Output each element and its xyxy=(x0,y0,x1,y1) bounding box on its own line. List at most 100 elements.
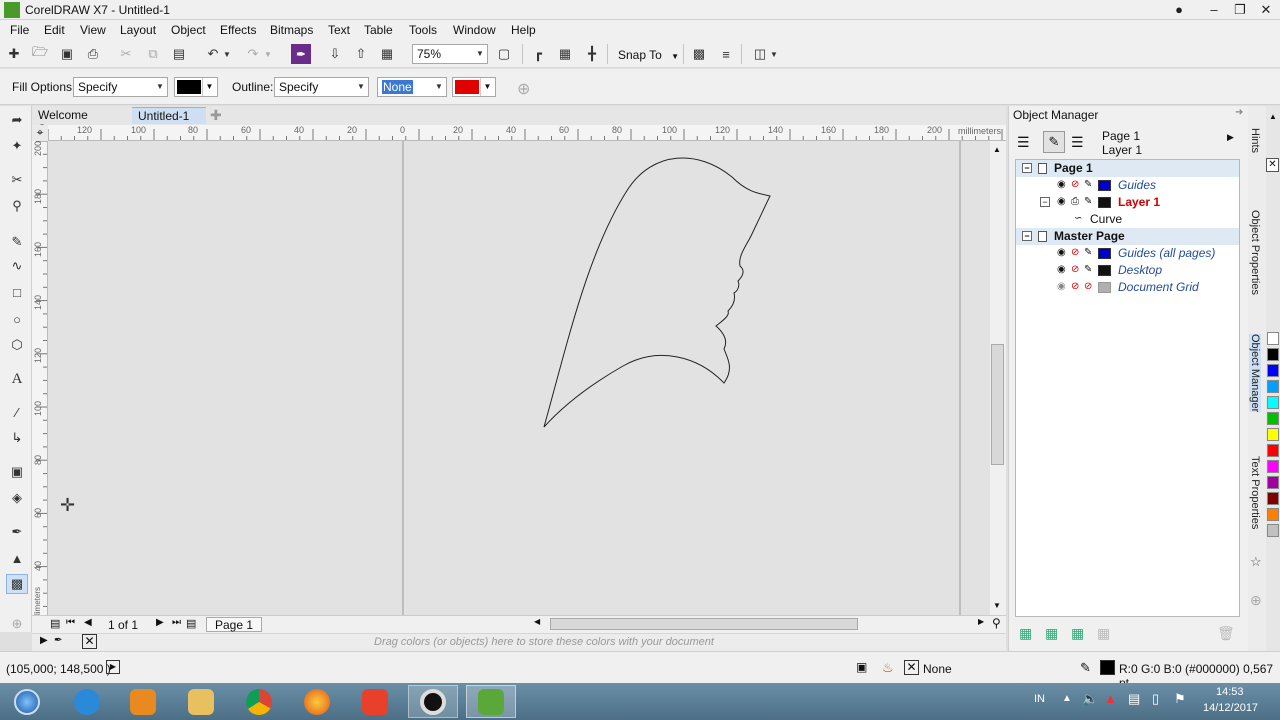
menu-edit[interactable]: Edit xyxy=(44,23,65,37)
redo-dropdown-icon[interactable]: ▼ xyxy=(262,44,274,64)
launcher-dropdown-icon[interactable]: ▼ xyxy=(768,44,780,64)
menu-tools[interactable]: Tools xyxy=(409,23,437,37)
edit-pencil-icon[interactable]: ✎ xyxy=(1084,180,1094,190)
palette-scroll-up-icon[interactable]: ▲ xyxy=(1269,112,1277,121)
tree-row-document-grid[interactable]: ◉ ⊘ ⊘ Document Grid xyxy=(1016,279,1239,296)
battery-icon[interactable]: ▯ xyxy=(1152,691,1159,707)
layer-color-swatch[interactable] xyxy=(1098,197,1111,208)
horizontal-ruler[interactable]: 120 100 80 60 40 20 0 20 40 60 80 100 12… xyxy=(48,125,1006,141)
delete-icon[interactable]: 🗑 xyxy=(1217,625,1235,642)
eye-icon[interactable]: ◉ xyxy=(1057,197,1067,207)
start-button[interactable] xyxy=(0,685,54,718)
edit-pencil-icon[interactable]: ✎ xyxy=(1084,248,1094,258)
tab-object-manager[interactable]: Object Manager xyxy=(1249,334,1261,413)
palette-color-swatch[interactable] xyxy=(1267,524,1279,537)
zoom-tool-icon[interactable]: ⚲ xyxy=(6,196,28,216)
edit-across-layers-icon[interactable]: ✎ xyxy=(1043,131,1065,153)
palette-color-swatch[interactable] xyxy=(1267,492,1279,505)
palette-color-swatch[interactable] xyxy=(1267,460,1279,473)
print-toggle-icon[interactable]: ⊘ xyxy=(1071,282,1081,292)
user-icon[interactable]: ● xyxy=(1168,1,1190,18)
network-icon[interactable]: ▤ xyxy=(1128,691,1140,707)
lock-icon[interactable]: ⊘ xyxy=(1084,282,1094,292)
scroll-thumb[interactable] xyxy=(991,344,1004,465)
rectangle-tool-icon[interactable]: □ xyxy=(6,282,28,302)
collapse-icon[interactable]: − xyxy=(1022,231,1032,241)
palette-color-swatch[interactable] xyxy=(1267,412,1279,425)
add-tool-icon[interactable]: ⊕ xyxy=(6,614,28,634)
minimize-button[interactable]: – xyxy=(1203,1,1225,18)
show-rulers-icon[interactable]: ┏ xyxy=(528,44,548,64)
layer-options-icon[interactable]: ☰ xyxy=(1071,134,1084,151)
clock-date[interactable]: 14/12/2017 xyxy=(1203,702,1258,714)
connector-tool-icon[interactable]: ↳ xyxy=(6,428,28,448)
tree-row-guides-all-pages[interactable]: ◉ ⊘ ✎ Guides (all pages) xyxy=(1016,245,1239,262)
parallel-dimension-icon[interactable]: ∕ xyxy=(6,402,28,422)
palette-color-swatch[interactable] xyxy=(1267,428,1279,441)
new-layer-icon[interactable]: ▦ xyxy=(1019,625,1032,642)
menu-object[interactable]: Object xyxy=(171,23,206,37)
tree-row-layer-1[interactable]: − ◉ ⎙ ✎ Layer 1 xyxy=(1016,194,1239,211)
interactive-fill-icon[interactable]: ▲ xyxy=(6,548,28,568)
previous-page-icon[interactable]: ◀ xyxy=(84,617,92,628)
eye-icon[interactable]: ◉ xyxy=(1057,265,1067,275)
application-launcher-icon[interactable]: ◫ xyxy=(750,44,770,64)
zoom-level-combo[interactable]: 75% ▼ xyxy=(412,44,488,64)
next-page-icon[interactable]: ▶ xyxy=(156,617,164,628)
new-document-icon[interactable]: ✚ xyxy=(4,44,24,64)
clock-time[interactable]: 14:53 xyxy=(1216,686,1244,698)
taskbar-internet-explorer[interactable] xyxy=(62,685,112,718)
taskbar-recorder[interactable] xyxy=(408,685,458,718)
tab-hints[interactable]: Hints xyxy=(1249,128,1261,153)
palette-color-swatch[interactable] xyxy=(1267,380,1279,393)
scroll-up-icon[interactable]: ▲ xyxy=(993,145,1001,154)
eye-icon[interactable]: ◉ xyxy=(1057,180,1067,190)
copy-icon[interactable]: ⧉ xyxy=(143,44,163,64)
scroll-down-icon[interactable]: ▼ xyxy=(993,601,1001,610)
show-guidelines-icon[interactable]: ╋ xyxy=(582,44,602,64)
color-proofing-icon[interactable]: ▣ xyxy=(856,660,867,674)
options-icon[interactable]: ▩ xyxy=(689,44,709,64)
acrobat-tray-icon[interactable]: ▲ xyxy=(1104,691,1117,706)
status-expand-icon[interactable]: ▶ xyxy=(106,660,120,674)
menu-effects[interactable]: Effects xyxy=(220,23,256,37)
edit-pencil-icon[interactable]: ✎ xyxy=(1084,197,1094,207)
scroll-right-icon[interactable]: ▶ xyxy=(978,617,984,626)
tree-row-page-1[interactable]: − Page 1 xyxy=(1016,160,1239,177)
text-tool-icon[interactable]: A xyxy=(6,369,28,389)
ellipse-tool-icon[interactable]: ○ xyxy=(6,309,28,329)
print-toggle-icon[interactable]: ⊘ xyxy=(1071,265,1081,275)
new-master-layer-all-icon[interactable]: ▦ xyxy=(1071,625,1084,642)
tree-row-desktop[interactable]: ◉ ⊘ ✎ Desktop xyxy=(1016,262,1239,279)
menu-help[interactable]: Help xyxy=(511,23,536,37)
add-page-icon[interactable]: ▤ xyxy=(50,617,60,630)
menu-table[interactable]: Table xyxy=(364,23,393,37)
docker-expand-icon[interactable]: ➜ xyxy=(1235,107,1243,118)
outline-color-picker[interactable]: ▼ xyxy=(452,77,496,97)
polygon-tool-icon[interactable]: ⬡ xyxy=(6,335,28,355)
tab-text-properties[interactable]: Text Properties xyxy=(1249,456,1261,529)
color-eyedropper-icon[interactable]: ✒ xyxy=(6,522,28,542)
no-color-icon[interactable]: ✕ xyxy=(82,634,97,649)
search-content-icon[interactable]: ✒ xyxy=(291,44,311,64)
edit-pencil-icon[interactable]: ✎ xyxy=(1084,265,1094,275)
print-toggle-icon[interactable]: ⎙ xyxy=(1071,197,1081,207)
last-page-icon[interactable]: ⏭ xyxy=(172,617,181,628)
new-master-odd-icon[interactable]: ▦ xyxy=(1097,625,1110,642)
language-indicator[interactable]: IN xyxy=(1034,693,1045,705)
pick-tool-icon[interactable]: ➦ xyxy=(6,110,28,130)
palette-color-swatch[interactable] xyxy=(1267,476,1279,489)
snap-to-dropdown[interactable]: Snap To ▼ xyxy=(618,48,679,62)
menu-bitmaps[interactable]: Bitmaps xyxy=(270,23,313,37)
document-palette[interactable]: ▶ ✒ ✕ Drag colors (or objects) here to s… xyxy=(32,633,1006,651)
menu-layout[interactable]: Layout xyxy=(120,23,156,37)
palette-color-swatch[interactable] xyxy=(1267,444,1279,457)
palette-menu-icon[interactable]: ▶ xyxy=(40,635,48,646)
layer-color-swatch[interactable] xyxy=(1098,282,1111,293)
publish-pdf-icon[interactable]: ▦ xyxy=(377,44,397,64)
ruler-origin-icon[interactable]: ⌖ xyxy=(32,125,48,141)
collapse-icon[interactable]: − xyxy=(1022,163,1032,173)
collapse-icon[interactable]: − xyxy=(1040,197,1050,207)
layer-manager-view-icon[interactable]: ☰ xyxy=(1017,134,1030,151)
transparency-icon[interactable]: ◈ xyxy=(6,488,28,508)
